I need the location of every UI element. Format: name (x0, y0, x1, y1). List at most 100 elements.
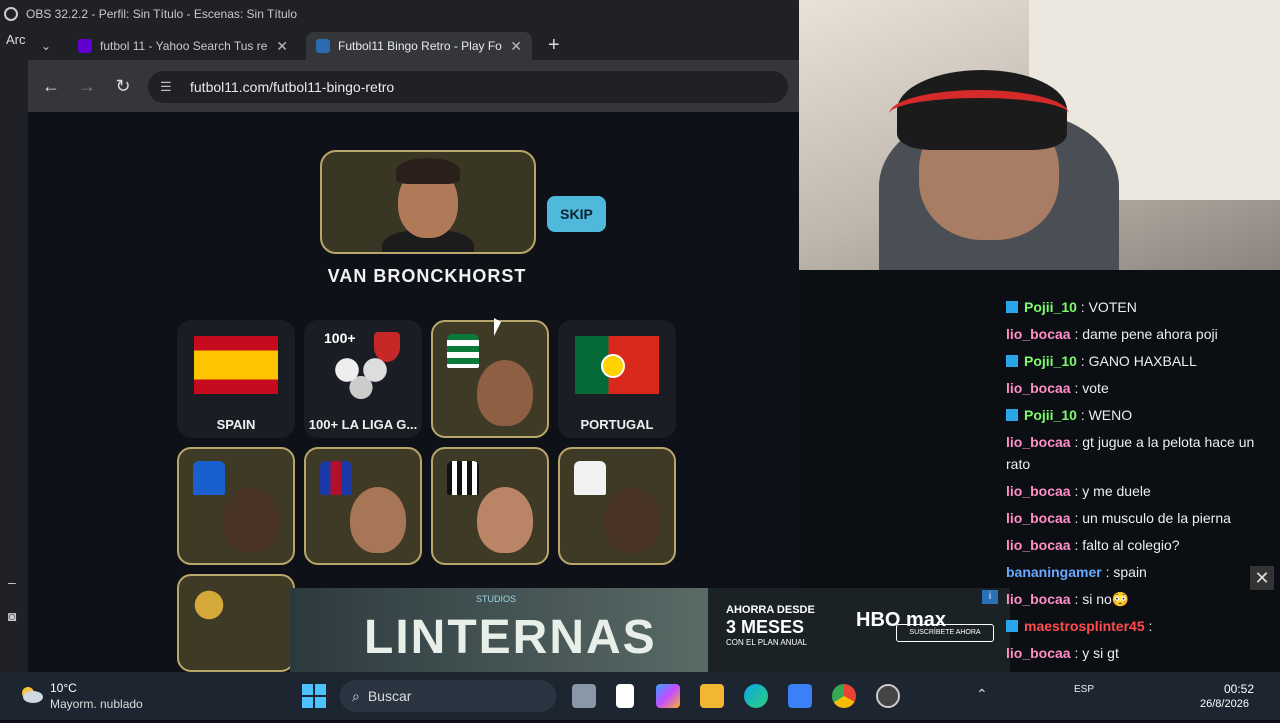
chat-text: si no😳 (1082, 591, 1130, 607)
player-photo (477, 360, 533, 426)
taskbar-search[interactable]: ⌕ Buscar (340, 680, 556, 712)
chat-username: Pojii_10 (1024, 407, 1077, 423)
back-icon[interactable]: ← (40, 75, 62, 97)
ad-promo-line: AHORRA DESDE (726, 604, 815, 616)
folder-icon[interactable] (700, 684, 724, 708)
chat-message: Pojii_10 : GANO HAXBALL (1006, 350, 1276, 377)
skip-button[interactable]: SKIP (547, 196, 606, 232)
file-icon[interactable] (616, 684, 634, 708)
player-hair (396, 158, 460, 184)
chat-text: WENO (1088, 407, 1133, 423)
cell-player[interactable] (431, 447, 549, 565)
cell-player[interactable] (431, 320, 549, 438)
close-icon[interactable]: ✕ (276, 38, 288, 55)
cell-player[interactable] (304, 447, 422, 565)
chat-username: Pojii_10 (1024, 299, 1077, 315)
reload-icon[interactable]: ↻ (112, 75, 134, 97)
address-bar[interactable]: ☰ futbol11.com/futbol11-bingo-retro (148, 71, 788, 103)
chat-text: GANO HAXBALL (1088, 353, 1197, 369)
close-icon[interactable]: ✕ (510, 38, 522, 55)
store-icon[interactable] (788, 684, 812, 708)
shirt-icon (320, 461, 352, 495)
language-indicator[interactable]: ESP (1074, 684, 1094, 695)
chat-username: Pojii_10 (1024, 353, 1077, 369)
chat-message: lio_bocaa : y me duele (1006, 483, 1151, 499)
tab-title: futbol 11 - Yahoo Search Tus re (100, 39, 268, 53)
task-view-icon[interactable] (572, 684, 596, 708)
chat-username: lio_bocaa (1006, 380, 1071, 396)
obs-left-dock: Arc – ◙ (0, 28, 28, 672)
site-settings-icon[interactable]: ☰ (160, 79, 176, 95)
obs-menu-stub[interactable]: Arc (6, 32, 26, 47)
ad-cta-button[interactable]: SUSCRÍBETE AHORA (896, 624, 994, 642)
clock-date[interactable]: 26/8/2026 (1200, 698, 1249, 710)
shirt-icon (447, 334, 479, 368)
tab-yahoo[interactable]: futbol 11 - Yahoo Search Tus re ✕ (68, 32, 298, 60)
cloud-icon[interactable] (18, 684, 44, 704)
weather-temp[interactable]: 10°C (50, 681, 77, 695)
chat-username: lio_bocaa (1006, 591, 1071, 607)
mouse-cursor (494, 318, 501, 336)
ad-promo-line: 3 MESES (726, 617, 805, 637)
futbol11-icon (316, 39, 330, 53)
chat-message: maestrosplinter45 : (1006, 615, 1276, 642)
chat-text: y si gt (1082, 645, 1119, 661)
chat-message: lio_bocaa : dame pene ahora poji (1006, 326, 1218, 342)
prime-badge-icon (1006, 620, 1018, 632)
m365-icon[interactable] (656, 684, 680, 708)
chrome-icon[interactable] (832, 684, 856, 708)
obs-title-bar: OBS 32.2.2 - Perfil: Sin Título - Escena… (0, 0, 800, 28)
chat-text: un musculo de la pierna (1082, 510, 1231, 526)
cell-portugal[interactable]: PORTUGAL (558, 320, 676, 438)
cell-badge: 100+ (324, 330, 356, 346)
chat-overlay: Pojii_10 : VOTEN lio_bocaa : dame pene ah… (1006, 296, 1276, 720)
current-player-card (320, 150, 536, 254)
shirt-icon (574, 461, 606, 495)
chat-text: VOTEN (1088, 299, 1137, 315)
start-button[interactable] (302, 684, 326, 708)
chat-message: Pojii_10 : WENO (1006, 404, 1276, 431)
cell-player[interactable] (177, 447, 295, 565)
cell-label: SPAIN (216, 417, 256, 432)
forward-icon[interactable]: → (76, 75, 98, 97)
weather-desc[interactable]: Mayorm. nublado (50, 697, 143, 711)
balls-icon (326, 350, 396, 400)
chat-message: lio_bocaa : y si gt (1006, 645, 1119, 661)
prime-badge-icon (1006, 301, 1018, 313)
chat-text: spain (1113, 564, 1147, 580)
yahoo-icon (78, 39, 92, 53)
chat-username: lio_bocaa (1006, 483, 1071, 499)
chat-username: lio_bocaa (1006, 434, 1071, 450)
tab-search-button[interactable]: ⌄ (34, 36, 58, 56)
headphones-icon (889, 90, 1069, 138)
close-icon[interactable]: ✕ (1250, 566, 1274, 590)
prime-badge-icon (1006, 409, 1018, 421)
chat-text: falto al colegio? (1082, 537, 1180, 553)
chat-message: lio_bocaa : si no😳 (1006, 591, 1130, 607)
obs-icon[interactable] (876, 684, 900, 708)
cell-player[interactable] (558, 447, 676, 565)
ad-brand: STUDIOS (476, 594, 517, 604)
chevron-up-icon[interactable]: ⌃ (976, 686, 988, 703)
shirt-icon (193, 461, 225, 495)
camera-icon[interactable]: ◙ (8, 608, 16, 624)
cell-spain[interactable]: SPAIN (177, 320, 295, 438)
shirt-icon (447, 461, 479, 495)
chat-message: lio_bocaa : falto al colegio? (1006, 537, 1180, 553)
search-placeholder: Buscar (367, 688, 412, 704)
browser-toolbar: ← → ↻ ☰ futbol11.com/futbol11-bingo-retr… (28, 60, 800, 112)
cell-player[interactable] (177, 574, 295, 672)
minus-icon[interactable]: – (8, 574, 16, 590)
webcam-overlay (799, 0, 1280, 270)
edge-icon[interactable] (744, 684, 768, 708)
ad-banner[interactable]: STUDIOS LINTERNAS AHORRA DESDE 3 MESES C… (290, 588, 1010, 672)
chat-text: dame pene ahora poji (1082, 326, 1218, 342)
clock-time[interactable]: 00:52 (1224, 682, 1254, 696)
obs-title: OBS 32.2.2 - Perfil: Sin Título - Escena… (26, 7, 298, 21)
new-tab-button[interactable]: + (548, 34, 560, 57)
ad-info-icon[interactable]: i (982, 590, 998, 604)
chat-username: lio_bocaa (1006, 537, 1071, 553)
portugal-flag-icon (575, 336, 659, 394)
cell-laliga[interactable]: 100+ 100+ LA LIGA G... (304, 320, 422, 438)
tab-futbol11[interactable]: Futbol11 Bingo Retro - Play Foo ✕ (306, 32, 532, 60)
